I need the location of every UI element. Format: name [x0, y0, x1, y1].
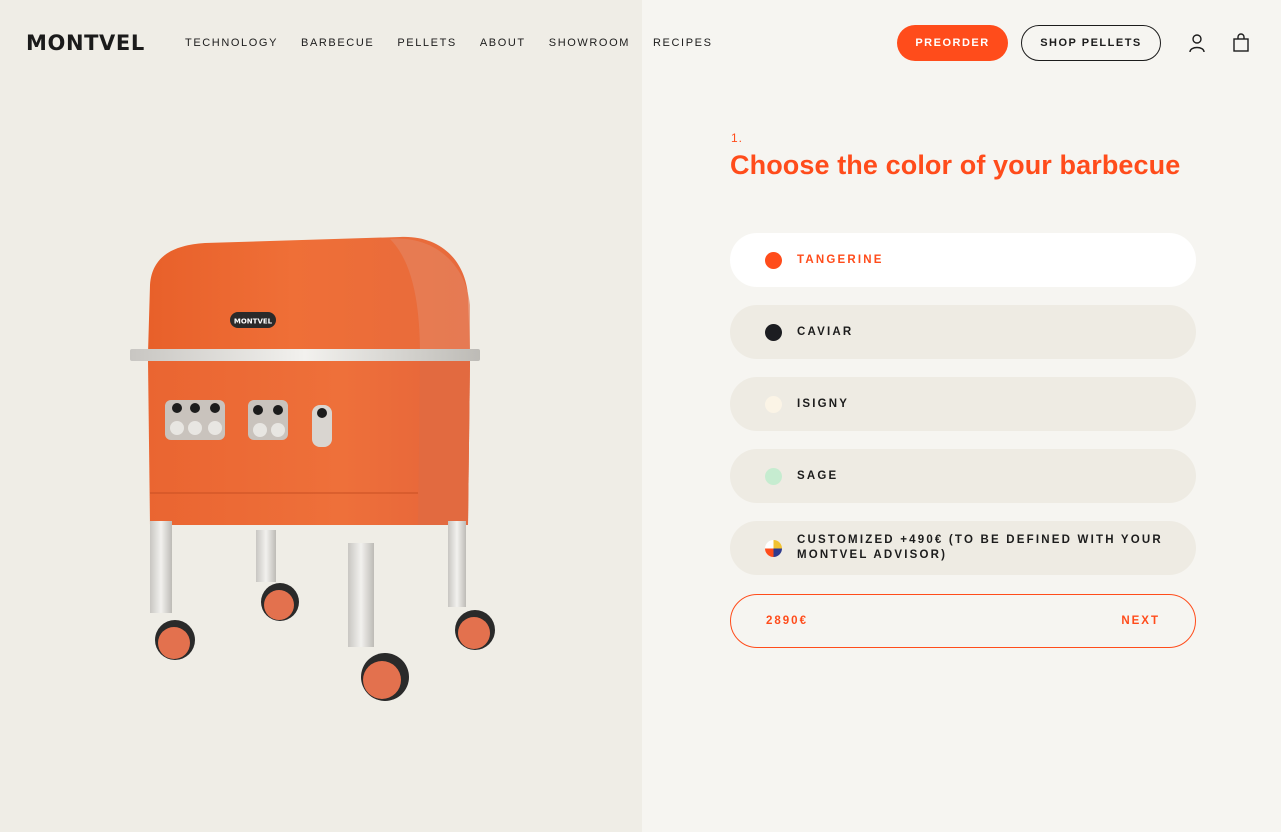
shop-pellets-button[interactable]: SHOP PELLETS	[1021, 25, 1161, 61]
next-button[interactable]: NEXT	[1121, 615, 1160, 627]
color-option-isigny[interactable]: ISIGNY	[730, 377, 1196, 431]
next-step-bar[interactable]: 2890€ NEXT	[730, 594, 1196, 648]
option-label: CAVIAR	[797, 325, 854, 338]
swatch-tangerine	[765, 251, 782, 269]
nav-item-pellets[interactable]: PELLETS	[397, 37, 457, 49]
preorder-button[interactable]: PREORDER	[897, 25, 1008, 61]
swatch-caviar	[765, 323, 782, 341]
nav-item-recipes[interactable]: RECIPES	[653, 37, 713, 49]
brand-logo[interactable]: MONTVEL	[26, 31, 145, 55]
shopping-bag-icon[interactable]	[1230, 32, 1252, 54]
option-label: TANGERINE	[797, 253, 884, 266]
nav-item-showroom[interactable]: SHOWROOM	[549, 37, 630, 49]
swatch-isigny	[765, 395, 782, 413]
grill-badge-text: MONTVEL	[234, 318, 273, 326]
nav-item-barbecue[interactable]: BARBECUE	[301, 37, 374, 49]
price-total: 2890€	[766, 615, 808, 627]
main-nav: TECHNOLOGY BARBECUE PELLETS ABOUT SHOWRO…	[185, 37, 736, 49]
page-title: Choose the color of your barbecue	[730, 150, 1181, 180]
option-label: CUSTOMIZED +490€ (TO BE DEFINED WITH YOU…	[797, 534, 1163, 561]
user-icon[interactable]	[1186, 32, 1208, 54]
nav-item-technology[interactable]: TECHNOLOGY	[185, 37, 278, 49]
color-option-customized[interactable]: CUSTOMIZED +490€ (TO BE DEFINED WITH YOU…	[730, 521, 1196, 575]
nav-item-about[interactable]: ABOUT	[480, 37, 526, 49]
swatch-sage	[765, 467, 782, 485]
color-option-sage[interactable]: SAGE	[730, 449, 1196, 503]
color-option-caviar[interactable]: CAVIAR	[730, 305, 1196, 359]
option-label: SAGE	[797, 469, 839, 482]
multicolor-swatch-icon	[765, 539, 782, 557]
step-number: 1.	[731, 131, 744, 145]
option-label: ISIGNY	[797, 397, 850, 410]
color-option-tangerine[interactable]: TANGERINE	[730, 233, 1196, 287]
barbecue-image: MONTVEL	[130, 236, 495, 701]
